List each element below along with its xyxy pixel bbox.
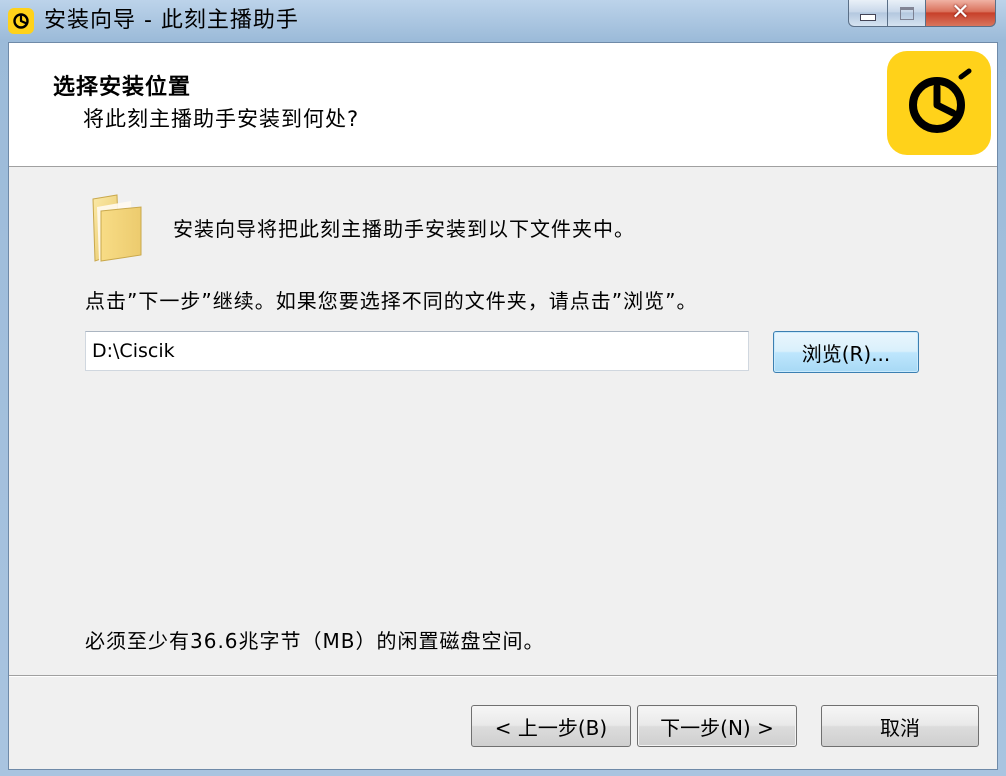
close-icon: ✕ <box>951 0 970 25</box>
disk-space-requirement: 必须至少有36.6兆字节（MB）的闲置磁盘空间。 <box>85 629 545 653</box>
back-button[interactable]: < 上一步(B) <box>471 705 631 747</box>
cancel-button[interactable]: 取消 <box>821 705 979 747</box>
install-instruction: 点击”下一步”继续。如果您要选择不同的文件夹，请点击”浏览”。 <box>85 289 698 313</box>
clock-logo-icon <box>909 68 972 133</box>
next-button[interactable]: 下一步(N) > <box>637 705 797 747</box>
app-icon <box>8 8 34 34</box>
browse-button[interactable]: 浏览(R)... <box>773 331 919 373</box>
wizard-header: 选择安装位置 将此刻主播助手安装到何处? <box>9 43 997 167</box>
app-logo <box>887 51 991 155</box>
page-subtitle: 将此刻主播助手安装到何处? <box>83 107 360 131</box>
minimize-icon <box>860 13 876 21</box>
footer-divider <box>9 675 997 677</box>
minimize-button[interactable] <box>848 0 888 27</box>
installer-window: 安装向导 - 此刻主播助手 ✕ 选择安装位置 将此刻主播助手安装到何处? 安装向… <box>0 0 1006 776</box>
page-title: 选择安装位置 <box>53 75 192 100</box>
wizard-client-area: 选择安装位置 将此刻主播助手安装到何处? 安装向导将把此刻主播助手安装到以下文件… <box>8 42 998 770</box>
title-bar[interactable]: 安装向导 - 此刻主播助手 ✕ <box>0 0 1006 42</box>
maximize-icon <box>899 6 914 20</box>
close-button[interactable]: ✕ <box>926 0 996 27</box>
folder-icon <box>92 194 142 262</box>
install-path-input[interactable] <box>85 331 749 371</box>
install-description: 安装向导将把此刻主播助手安装到以下文件夹中。 <box>173 217 635 241</box>
caption-buttons: ✕ <box>848 0 996 28</box>
window-title: 安装向导 - 此刻主播助手 <box>44 8 299 33</box>
maximize-button[interactable] <box>888 0 926 27</box>
